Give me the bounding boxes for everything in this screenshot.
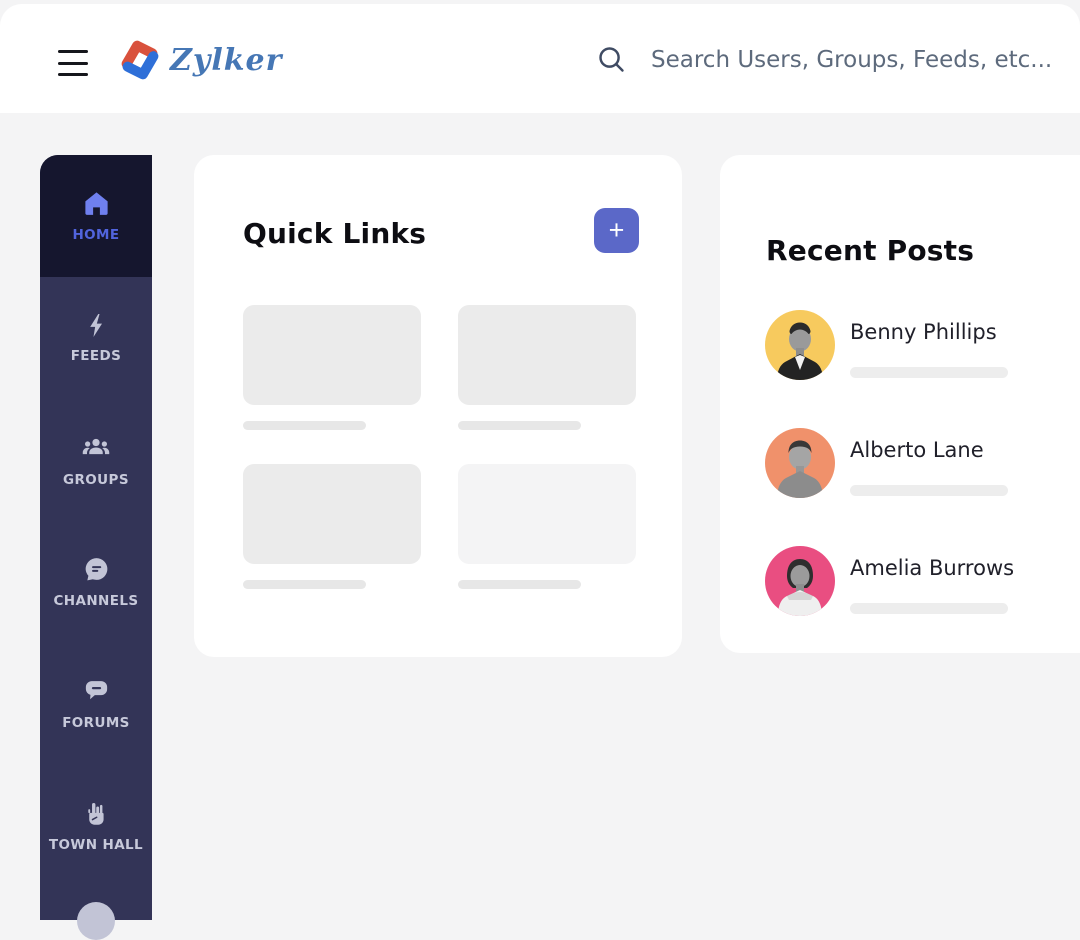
quick-link-placeholder-tile[interactable]	[458, 464, 636, 564]
quick-link-placeholder-tile[interactable]	[243, 464, 421, 564]
sidebar-item-home[interactable]: HOME	[40, 155, 152, 277]
quick-link-placeholder-tile[interactable]	[458, 305, 636, 405]
post-placeholder-line	[850, 603, 1008, 614]
quick-link-placeholder-label	[243, 580, 366, 589]
user-name: Benny Phillips	[850, 320, 997, 344]
sidebar-item-town-hall[interactable]: TOWN HALL	[40, 765, 152, 887]
recent-post-row[interactable]: Benny Phillips	[765, 310, 1070, 380]
global-search	[596, 44, 1063, 75]
quick-link-placeholder-label	[458, 580, 581, 589]
quick-link-placeholder-label	[458, 421, 581, 430]
channels-icon	[85, 558, 107, 581]
user-name: Alberto Lane	[850, 438, 984, 462]
user-photo-amelia	[778, 559, 822, 616]
top-header: Zylker	[0, 4, 1080, 113]
logo-text: Zylker	[170, 42, 283, 78]
user-photo-alberto	[777, 440, 823, 498]
home-icon	[84, 192, 108, 215]
recent-post-row[interactable]: Alberto Lane	[765, 428, 1070, 498]
search-input[interactable]	[649, 45, 1063, 74]
sidebar-item-channels[interactable]: CHANNELS	[40, 521, 152, 643]
sidebar-item-label: FEEDS	[70, 348, 122, 364]
add-quick-link-button[interactable]: +	[594, 208, 639, 253]
sidebar-item-label: HOME	[72, 227, 120, 243]
sidebar-item-feeds[interactable]: FEEDS	[40, 277, 152, 399]
sidebar-item-forums[interactable]: FORUMS	[40, 643, 152, 765]
quick-links-card: Quick Links +	[194, 155, 682, 657]
app-logo[interactable]: Zylker	[119, 38, 282, 82]
groups-icon	[82, 438, 110, 454]
avatar	[765, 546, 835, 616]
recent-posts-card: Recent Posts Benny Phillips Alberto Lane…	[720, 155, 1080, 653]
recent-posts-list: Benny Phillips Alberto Lane Amelia Burro…	[765, 310, 1070, 664]
search-icon	[599, 47, 624, 72]
forums-icon	[85, 681, 107, 700]
avatar	[765, 310, 835, 380]
sidebar-nav: HOME FEEDS GROUPS CHANNELS FORUMS TOWN H…	[40, 155, 152, 940]
recent-post-row[interactable]: Amelia Burrows	[765, 546, 1070, 616]
zylker-logo-icon	[121, 40, 159, 80]
sidebar-item-groups[interactable]: GROUPS	[40, 399, 152, 521]
sidebar-item-label: FORUMS	[62, 715, 130, 731]
sidebar-item-label: GROUPS	[63, 471, 129, 488]
post-placeholder-line	[850, 367, 1008, 378]
quick-link-placeholder-label	[243, 421, 366, 430]
quick-link-placeholder-tile[interactable]	[243, 305, 421, 405]
town-hall-icon	[88, 802, 104, 825]
user-name: Amelia Burrows	[850, 556, 1015, 580]
quick-links-title: Quick Links	[243, 217, 427, 250]
recent-posts-title: Recent Posts	[766, 234, 975, 268]
sidebar-next-item-peek-icon	[77, 902, 115, 940]
post-placeholder-line	[850, 485, 1008, 496]
avatar	[765, 428, 835, 498]
sidebar-item-label: CHANNELS	[53, 593, 139, 609]
feeds-icon	[89, 314, 102, 337]
user-photo-benny	[777, 322, 823, 380]
hamburger-menu-icon[interactable]	[58, 50, 88, 76]
sidebar-item-label: TOWN HALL	[48, 836, 144, 853]
quick-links-grid	[243, 305, 636, 589]
